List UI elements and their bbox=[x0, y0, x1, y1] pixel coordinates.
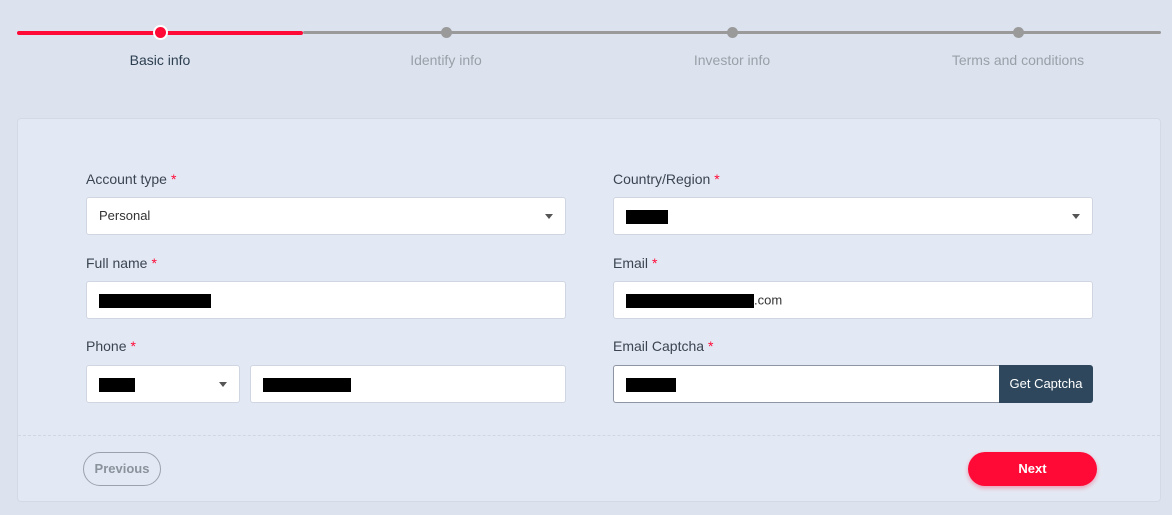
country-region-label-text: Country/Region bbox=[613, 171, 711, 187]
email-captcha-label-text: Email Captcha bbox=[613, 338, 705, 354]
account-type-label: Account type * bbox=[86, 171, 176, 187]
step-label: Terms and conditions bbox=[951, 52, 1085, 68]
phone-number-input[interactable] bbox=[250, 365, 566, 403]
step-label: Investor info bbox=[693, 52, 771, 68]
email-captcha-label: Email Captcha * bbox=[613, 338, 714, 354]
full-name-label: Full name * bbox=[86, 255, 157, 271]
full-name-input[interactable] bbox=[86, 281, 566, 319]
required-mark: * bbox=[652, 255, 658, 271]
next-button[interactable]: Next bbox=[968, 452, 1097, 486]
account-type-value: Personal bbox=[99, 208, 151, 223]
email-label-text: Email bbox=[613, 255, 649, 271]
required-mark: * bbox=[714, 171, 720, 187]
phone-country-code-select[interactable] bbox=[86, 365, 240, 403]
form-footer-divider bbox=[18, 435, 1160, 436]
email-input[interactable]: .com bbox=[613, 281, 1093, 319]
redacted-email-value bbox=[626, 293, 754, 308]
redacted-country-value bbox=[626, 209, 668, 224]
chevron-down-icon bbox=[1072, 214, 1080, 219]
redacted-captcha-value bbox=[626, 377, 676, 392]
required-mark: * bbox=[130, 338, 136, 354]
redacted-full-name-value bbox=[99, 293, 211, 308]
account-type-select[interactable]: Personal bbox=[86, 197, 566, 235]
account-type-label-text: Account type bbox=[86, 171, 167, 187]
country-region-label: Country/Region * bbox=[613, 171, 720, 187]
email-label: Email * bbox=[613, 255, 657, 271]
required-mark: * bbox=[151, 255, 157, 271]
step-dot-icon bbox=[441, 27, 452, 38]
previous-button[interactable]: Previous bbox=[83, 452, 161, 486]
redacted-phone-number-value bbox=[263, 377, 351, 392]
email-suffix: .com bbox=[754, 292, 783, 308]
chevron-down-icon bbox=[545, 214, 553, 219]
redacted-phone-code-value bbox=[99, 377, 135, 392]
phone-label: Phone * bbox=[86, 338, 136, 354]
step-label: Basic info bbox=[129, 52, 191, 68]
step-dot-icon bbox=[727, 27, 738, 38]
step-dot-icon bbox=[155, 27, 166, 38]
required-mark: * bbox=[708, 338, 714, 354]
get-captcha-button[interactable]: Get Captcha bbox=[999, 365, 1093, 403]
email-captcha-input[interactable] bbox=[613, 365, 999, 403]
required-mark: * bbox=[170, 171, 177, 187]
step-label: Identify info bbox=[410, 52, 482, 68]
basic-info-form-card: Account type * Personal Country/Region * F… bbox=[17, 118, 1161, 502]
country-region-select[interactable] bbox=[613, 197, 1093, 235]
step-dot-icon bbox=[1013, 27, 1024, 38]
phone-label-text: Phone bbox=[86, 338, 127, 354]
chevron-down-icon bbox=[219, 382, 227, 387]
progress-stepper: Basic info Identify info Investor info T… bbox=[0, 0, 1172, 90]
full-name-label-text: Full name bbox=[86, 255, 148, 271]
